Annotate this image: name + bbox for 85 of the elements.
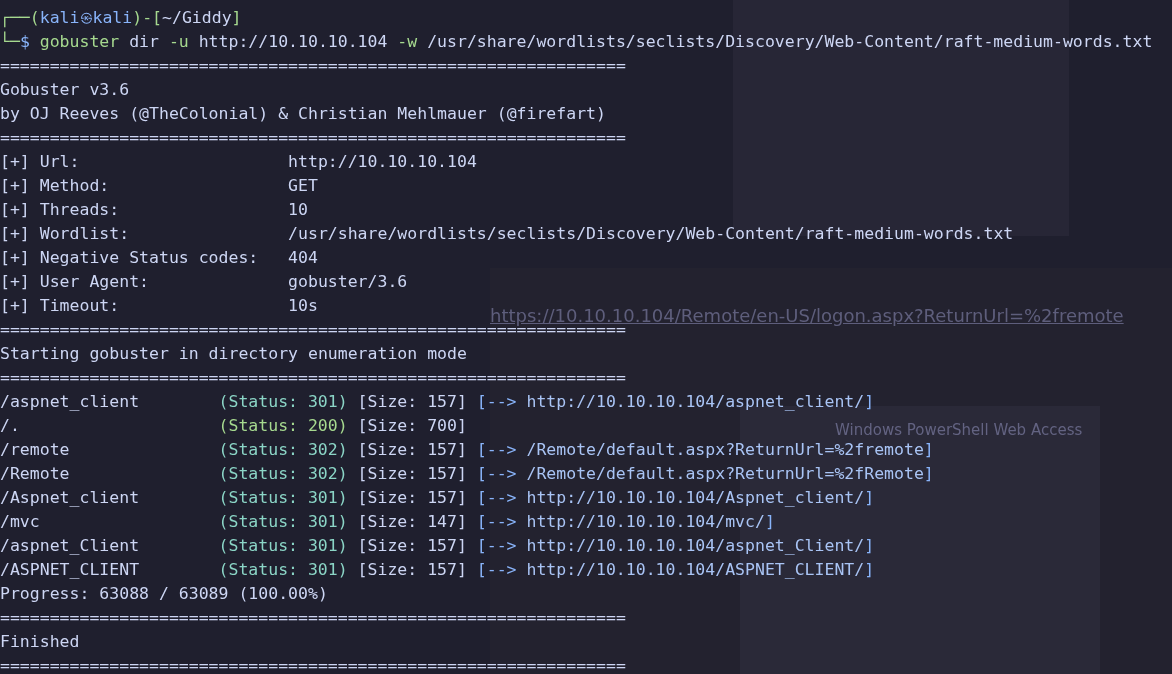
prompt-user: kali [39, 7, 80, 29]
prompt-at-symbol: ㉿ [79, 9, 93, 27]
result-path: /. [0, 415, 21, 437]
status-code: (Status: 301) [218, 559, 348, 581]
separator-line: =============================================================== [0, 656, 626, 674]
output-text: Progress: 63088 / 63089 (100.00%) [0, 584, 328, 603]
result-path: /ASPNET_CLIENT [0, 559, 141, 581]
response-size: [Size: 147] [357, 511, 467, 533]
prompt-bracket: ] [231, 7, 242, 29]
prompt-symbol: $ [19, 32, 30, 53]
response-size: [Size: 700] [357, 415, 467, 437]
response-size: [Size: 157] [357, 559, 467, 581]
status-code: (Status: 302) [218, 463, 348, 485]
response-size: [Size: 157] [357, 463, 467, 485]
redirect-target: http://10.10.10.104/aspnet_client/ [526, 391, 865, 413]
result-path: /Remote [0, 463, 71, 485]
redirect-arrow: [--> [476, 559, 517, 581]
prompt-bracket: )-[ [132, 7, 163, 29]
setting-label: [+] Url: [0, 151, 81, 173]
redirect-bracket: ] [864, 535, 875, 557]
setting-value: GET [288, 175, 318, 197]
output-text: Starting gobuster in directory enumeration mode [0, 344, 467, 363]
redirect-arrow: [--> [476, 511, 517, 533]
command-option-text: -w [397, 31, 418, 53]
separator-line: =============================================================== [0, 608, 626, 627]
separator-line: =============================================================== [0, 368, 626, 387]
redirect-target: http://10.10.10.104/ASPNET_CLIENT/ [526, 559, 865, 581]
redirect-bracket: ] [764, 511, 775, 533]
redirect-target: /Remote/default.aspx?ReturnUrl=%2fremote [526, 439, 924, 461]
redirect-arrow: [--> [476, 391, 517, 413]
command-argument: http://10.10.10.104 [198, 31, 388, 53]
setting-label: [+] User Agent: [0, 271, 150, 293]
redirect-bracket: ] [923, 463, 934, 485]
redirect-bracket: ] [864, 559, 875, 581]
redirect-arrow: [--> [476, 487, 517, 509]
redirect-arrow: [--> [476, 463, 517, 485]
status-code: (Status: 301) [218, 391, 348, 413]
setting-value: /usr/share/wordlists/seclists/Discovery/Web-Content/raft-medium-words.txt [288, 223, 1014, 245]
redirect-arrow: [--> [476, 439, 517, 461]
result-path: /Aspnet_client [0, 487, 141, 509]
setting-value: gobuster/3.6 [288, 271, 408, 293]
redirect-arrow: [--> [476, 535, 517, 557]
setting-value: 404 [288, 247, 318, 269]
output-text: by OJ Reeves (@TheColonial) & Christian Mehlmauer (@firefart) [0, 104, 606, 123]
response-size: [Size: 157] [357, 439, 467, 461]
redirect-target: http://10.10.10.104/Aspnet_client/ [526, 487, 865, 509]
setting-label: [+] Method: [0, 175, 111, 197]
setting-label: [+] Threads: [0, 199, 121, 221]
separator-line: =============================================================== [0, 56, 626, 75]
command-argument: dir [129, 31, 159, 53]
redirect-bracket: ] [864, 391, 875, 413]
output-text: Gobuster v3.6 [0, 80, 130, 99]
prompt-corner: └─ [0, 30, 20, 53]
separator-line: =============================================================== [0, 128, 626, 147]
setting-label: [+] Negative Status codes: [0, 247, 260, 269]
redirect-bracket: ] [923, 439, 934, 461]
result-path: /mvc [0, 511, 41, 533]
redirect-target: http://10.10.10.104/mvc/ [526, 511, 765, 533]
command-name: gobuster [39, 31, 120, 53]
status-code: (Status: 301) [218, 511, 348, 533]
result-path: /aspnet_Client [0, 535, 141, 557]
command-argument: /usr/share/wordlists/seclists/Discovery/Web-Content/raft-medium-words.txt [427, 31, 1153, 53]
response-size: [Size: 157] [357, 487, 467, 509]
prompt-corner: ┌──( [0, 7, 40, 30]
setting-value: http://10.10.10.104 [288, 151, 477, 173]
result-path: /aspnet_client [0, 391, 141, 413]
result-path: /remote [0, 439, 71, 461]
status-code: (Status: 302) [218, 439, 348, 461]
setting-value: 10s [288, 295, 318, 317]
redirect-target: http://10.10.10.104/aspnet_Client/ [526, 535, 865, 557]
status-code: (Status: 301) [218, 487, 348, 509]
command-option-text: -u [168, 31, 189, 53]
response-size: [Size: 157] [357, 391, 467, 413]
output-text: Finished [0, 632, 80, 651]
status-code: (Status: 200) [218, 415, 348, 437]
prompt-host: kali [92, 7, 133, 29]
setting-label: [+] Wordlist: [0, 223, 131, 245]
response-size: [Size: 157] [357, 535, 467, 557]
prompt-path: ~/Giddy [162, 7, 232, 29]
redirect-bracket: ] [864, 487, 875, 509]
status-code: (Status: 301) [218, 535, 348, 557]
background-dialog-title: Windows PowerShell Web Access [835, 421, 1083, 439]
setting-label: [+] Timeout: [0, 295, 121, 317]
setting-value: 10 [288, 199, 308, 221]
redirect-target: /Remote/default.aspx?ReturnUrl=%2fRemote [526, 463, 924, 485]
